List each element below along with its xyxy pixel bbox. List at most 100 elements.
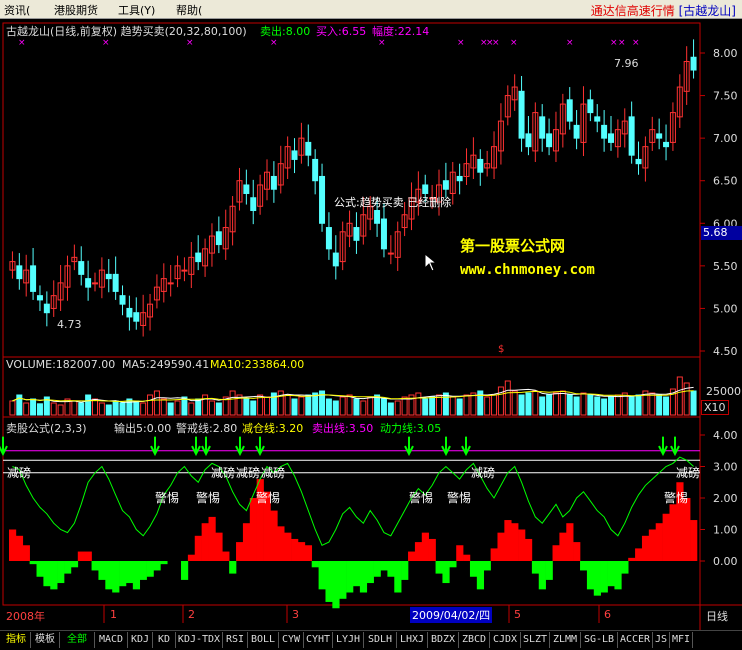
- candle-body: [628, 116, 635, 156]
- price-tick-label: 5.50: [713, 260, 738, 273]
- volume-bar: [614, 394, 621, 416]
- tab-slzt[interactable]: SLZT: [521, 632, 550, 648]
- candle-body: [546, 133, 553, 148]
- indicator-bar: [153, 561, 161, 571]
- watermark-title: 第一股票公式网: [460, 237, 566, 255]
- tab-mfi[interactable]: MFI: [670, 632, 693, 648]
- volume-bar: [491, 394, 498, 416]
- tab-sdlh[interactable]: SDLH: [364, 632, 397, 648]
- warn-signal-1: 警惕: [155, 491, 180, 505]
- price-axis: 8.007.507.006.506.005.505.004.50: [700, 47, 738, 358]
- sell-marker: ×: [566, 38, 574, 48]
- indicator-bar: [483, 561, 491, 571]
- sell-marker: ×: [378, 38, 386, 48]
- price-tick-label: 7.00: [713, 132, 738, 145]
- indicator-bar: [442, 561, 450, 584]
- indicator-bar: [490, 548, 498, 561]
- tab--[interactable]: 模板: [31, 632, 60, 648]
- tab-zbcd[interactable]: ZBCD: [459, 632, 490, 648]
- indicator-bar: [414, 542, 423, 561]
- stock-link[interactable]: [古越龙山]: [679, 4, 736, 18]
- candle-body: [215, 231, 222, 246]
- x-axis: [103, 605, 600, 623]
- indicator-bar: [538, 561, 546, 590]
- indicator-bar: [641, 535, 650, 561]
- volume-bar: [628, 396, 635, 416]
- candle-body: [656, 133, 663, 139]
- candle-body: [332, 252, 339, 267]
- sell-marker: ×: [457, 38, 465, 48]
- candle-body: [195, 252, 202, 263]
- volume-bar: [573, 396, 580, 416]
- candle-body: [608, 133, 614, 143]
- sell-signal-arrow: [658, 436, 668, 457]
- tab-bdzx[interactable]: BDZX: [428, 632, 459, 648]
- candle-body: [305, 141, 312, 156]
- power-line-label: 动力线:3.05: [380, 422, 442, 435]
- chart-area[interactable]: 8.00 7.50 7.00 6.50 6.00 5.50 5.00 4.50 × × × × × × ×…: [0, 19, 742, 630]
- volume-bar: [339, 396, 346, 416]
- candle-body: [167, 282, 174, 285]
- tab-rsi[interactable]: RSI: [223, 632, 248, 648]
- tab-accer[interactable]: ACCER: [618, 632, 653, 648]
- indicator-bar: [194, 535, 202, 561]
- volume-bar: [690, 390, 697, 416]
- tab--[interactable]: 指标: [2, 632, 31, 648]
- candle-body: [690, 56, 697, 71]
- candle-body: [387, 252, 394, 255]
- sell-marker: ×: [510, 38, 518, 48]
- tab-zlmm[interactable]: ZLMM: [550, 632, 581, 648]
- indicator-bar: [160, 561, 168, 565]
- period-label[interactable]: 日线: [706, 608, 728, 624]
- sell-signal-arrow: [150, 436, 160, 457]
- tab-cjdx[interactable]: CJDX: [490, 632, 521, 648]
- indicator-bar: [146, 561, 154, 577]
- indicator-bar: [628, 557, 636, 561]
- sell-signal-arrow: [404, 436, 414, 457]
- candle-body: [250, 197, 257, 212]
- indicator-bar: [387, 561, 395, 577]
- volume-bars: [9, 376, 697, 416]
- tab-kdj-tdx[interactable]: KDJ-TDX: [176, 632, 223, 648]
- tab-js[interactable]: JS: [653, 632, 670, 648]
- candle-body: [312, 158, 319, 182]
- volume-bar: [140, 402, 147, 416]
- tab-kdj[interactable]: KDJ: [128, 632, 153, 648]
- volume-bar: [360, 400, 367, 416]
- tab-lyjh[interactable]: LYJH: [333, 632, 364, 648]
- menu-hk-futures[interactable]: 港股期货: [54, 2, 98, 18]
- indicator-bar: [132, 561, 141, 590]
- signal-markers: [0, 436, 680, 457]
- high-price-marker: 7.96: [614, 57, 639, 70]
- volume-bar: [401, 396, 408, 416]
- candle-body: [587, 99, 594, 114]
- menu-tools[interactable]: 工具(Y): [118, 2, 155, 18]
- volume-bar: [415, 392, 422, 416]
- tab-lhxj[interactable]: LHXJ: [397, 632, 428, 648]
- tab-boll[interactable]: BOLL: [248, 632, 279, 648]
- stock-chart-svg[interactable]: 8.007.507.006.506.005.505.004.50 × × × × × × ×…: [0, 19, 742, 630]
- sell-signal-arrow: [201, 436, 211, 457]
- menu-help[interactable]: 帮助(: [176, 2, 202, 18]
- volume-bar: [284, 394, 291, 416]
- volume-bar: [112, 400, 119, 416]
- indicator-bar: [463, 554, 471, 561]
- indicator-bar: [662, 513, 670, 561]
- indicator-bar: [36, 561, 44, 577]
- menu-info[interactable]: 资讯(: [4, 2, 30, 18]
- tab-cyw[interactable]: CYW: [279, 632, 304, 648]
- indicator-tick-label: 4.00: [713, 429, 738, 442]
- tab--[interactable]: 全部: [60, 632, 95, 648]
- indicator-bar: [84, 551, 92, 561]
- sell-marker: ×: [270, 38, 278, 48]
- tab-macd[interactable]: MACD: [95, 632, 128, 648]
- tab-sg-lb[interactable]: SG-LB: [581, 632, 618, 648]
- volume-bar: [552, 392, 559, 416]
- tab-cyht[interactable]: CYHT: [304, 632, 333, 648]
- volume-bar: [463, 394, 470, 416]
- indicator-bar: [139, 561, 147, 580]
- volume-bar: [635, 394, 642, 416]
- tab-kd[interactable]: KD: [153, 632, 176, 648]
- candle-body: [539, 116, 546, 139]
- sell-signal-arrow: [670, 436, 680, 457]
